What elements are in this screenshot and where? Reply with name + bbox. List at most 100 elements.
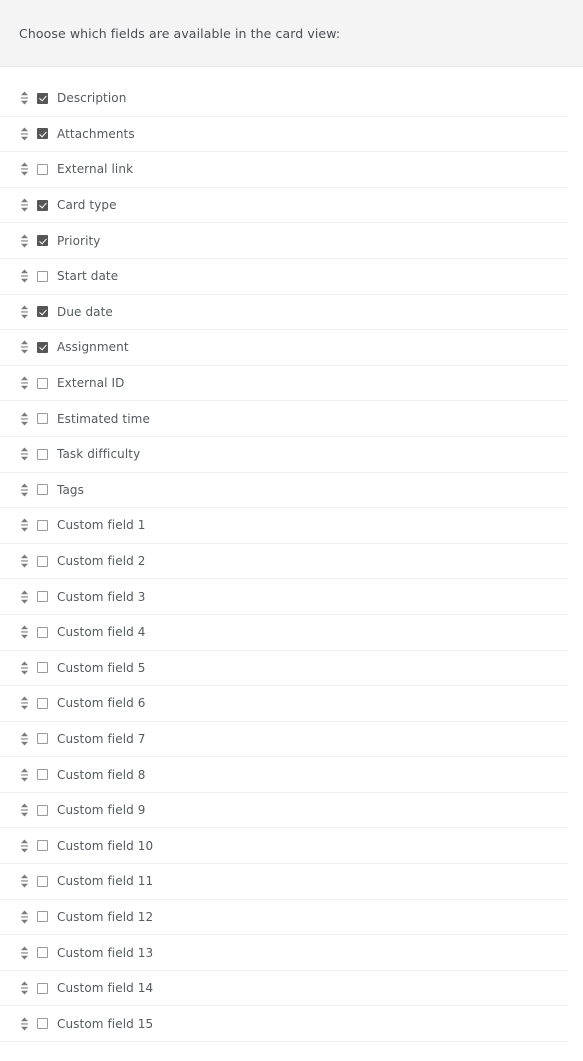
checkbox-unchecked-icon[interactable]: [37, 555, 48, 567]
drag-handle-icon[interactable]: [19, 839, 29, 853]
field-label: Tags: [57, 482, 84, 497]
drag-handle-icon[interactable]: [19, 803, 29, 817]
drag-handle-icon[interactable]: [19, 91, 29, 105]
field-label: Custom field 9: [57, 803, 146, 818]
field-row[interactable]: Custom field 7: [0, 722, 568, 758]
drag-handle-icon[interactable]: [19, 447, 29, 461]
drag-handle-icon[interactable]: [19, 269, 29, 283]
field-row[interactable]: Custom field 6: [0, 686, 568, 722]
checkbox-unchecked-icon[interactable]: [37, 270, 48, 282]
checkbox-unchecked-icon[interactable]: [37, 484, 48, 496]
field-row[interactable]: Custom field 4: [0, 615, 568, 651]
checkbox-unchecked-icon[interactable]: [37, 697, 48, 709]
checkbox-unchecked-icon[interactable]: [37, 448, 48, 460]
instruction-banner: Choose which fields are available in the…: [0, 0, 583, 67]
field-row[interactable]: Attachments: [0, 117, 568, 153]
field-row[interactable]: Custom field 9: [0, 793, 568, 829]
field-row[interactable]: Start date: [0, 259, 568, 295]
drag-handle-icon[interactable]: [19, 981, 29, 995]
field-row[interactable]: Custom field 11: [0, 864, 568, 900]
drag-handle-icon[interactable]: [19, 483, 29, 497]
checkbox-unchecked-icon[interactable]: [37, 626, 48, 638]
field-label: Card type: [57, 198, 117, 213]
drag-handle-icon[interactable]: [19, 127, 29, 141]
drag-handle-icon[interactable]: [19, 234, 29, 248]
checkbox-unchecked-icon[interactable]: [37, 733, 48, 745]
checkbox-unchecked-icon[interactable]: [37, 840, 48, 852]
field-row[interactable]: Card type: [0, 188, 568, 224]
field-row[interactable]: External link: [0, 152, 568, 188]
field-row[interactable]: External ID: [0, 366, 568, 402]
drag-handle-icon[interactable]: [19, 946, 29, 960]
drag-handle-icon[interactable]: [19, 412, 29, 426]
field-label: Custom field 3: [57, 589, 146, 604]
drag-handle-icon[interactable]: [19, 590, 29, 604]
field-label: Custom field 10: [57, 838, 154, 853]
drag-handle-icon[interactable]: [19, 661, 29, 675]
drag-handle-icon[interactable]: [19, 518, 29, 532]
drag-handle-icon[interactable]: [19, 768, 29, 782]
field-label: Custom field 14: [57, 981, 154, 996]
checkbox-unchecked-icon[interactable]: [37, 413, 48, 425]
drag-handle-icon[interactable]: [19, 340, 29, 354]
checkbox-checked-icon[interactable]: [37, 199, 48, 211]
field-row[interactable]: Assignment: [0, 330, 568, 366]
checkbox-checked-icon[interactable]: [37, 341, 48, 353]
field-row[interactable]: Custom field 8: [0, 757, 568, 793]
checkbox-checked-icon[interactable]: [37, 306, 48, 318]
drag-handle-icon[interactable]: [19, 376, 29, 390]
field-label: Custom field 12: [57, 909, 154, 924]
drag-handle-icon[interactable]: [19, 625, 29, 639]
checkbox-unchecked-icon[interactable]: [37, 662, 48, 674]
field-row[interactable]: Custom field 1: [0, 508, 568, 544]
field-label: Estimated time: [57, 411, 150, 426]
field-label: External ID: [57, 376, 125, 391]
field-row[interactable]: Custom field 12: [0, 900, 568, 936]
checkbox-unchecked-icon[interactable]: [37, 1018, 48, 1030]
field-row[interactable]: Estimated time: [0, 401, 568, 437]
field-row[interactable]: Tags: [0, 473, 568, 509]
field-label: Description: [57, 91, 127, 106]
checkbox-unchecked-icon[interactable]: [37, 947, 48, 959]
drag-handle-icon[interactable]: [19, 198, 29, 212]
checkbox-unchecked-icon[interactable]: [37, 769, 48, 781]
field-row[interactable]: Priority: [0, 223, 568, 259]
field-label: Assignment: [57, 340, 129, 355]
field-row[interactable]: Custom field 5: [0, 651, 568, 687]
field-row[interactable]: Description: [0, 81, 568, 117]
field-row[interactable]: Custom field 13: [0, 935, 568, 971]
drag-handle-icon[interactable]: [19, 162, 29, 176]
field-row[interactable]: Task difficulty: [0, 437, 568, 473]
field-label: Attachments: [57, 126, 135, 141]
checkbox-unchecked-icon[interactable]: [37, 163, 48, 175]
drag-handle-icon[interactable]: [19, 696, 29, 710]
checkbox-unchecked-icon[interactable]: [37, 875, 48, 887]
checkbox-unchecked-icon[interactable]: [37, 519, 48, 531]
checkbox-unchecked-icon[interactable]: [37, 804, 48, 816]
checkbox-unchecked-icon[interactable]: [37, 591, 48, 603]
field-label: Custom field 1: [57, 518, 146, 533]
field-label: Custom field 2: [57, 554, 146, 569]
field-row[interactable]: Custom field 15: [0, 1006, 568, 1043]
field-row[interactable]: Custom field 3: [0, 579, 568, 615]
drag-handle-icon[interactable]: [19, 305, 29, 319]
field-row[interactable]: Custom field 14: [0, 971, 568, 1007]
field-label: Custom field 6: [57, 696, 146, 711]
checkbox-checked-icon[interactable]: [37, 128, 48, 140]
field-label: External link: [57, 162, 134, 177]
checkbox-unchecked-icon[interactable]: [37, 911, 48, 923]
field-row[interactable]: Due date: [0, 295, 568, 331]
checkbox-checked-icon[interactable]: [37, 235, 48, 247]
field-label: Custom field 4: [57, 625, 146, 640]
drag-handle-icon[interactable]: [19, 554, 29, 568]
drag-handle-icon[interactable]: [19, 874, 29, 888]
drag-handle-icon[interactable]: [19, 732, 29, 746]
drag-handle-icon[interactable]: [19, 1017, 29, 1031]
checkbox-unchecked-icon[interactable]: [37, 982, 48, 994]
checkbox-unchecked-icon[interactable]: [37, 377, 48, 389]
checkbox-checked-icon[interactable]: [37, 92, 48, 104]
field-row[interactable]: Custom field 2: [0, 544, 568, 580]
field-row[interactable]: Custom field 10: [0, 828, 568, 865]
field-visibility-list: Description Attachments External link Card …: [0, 67, 583, 1043]
drag-handle-icon[interactable]: [19, 910, 29, 924]
